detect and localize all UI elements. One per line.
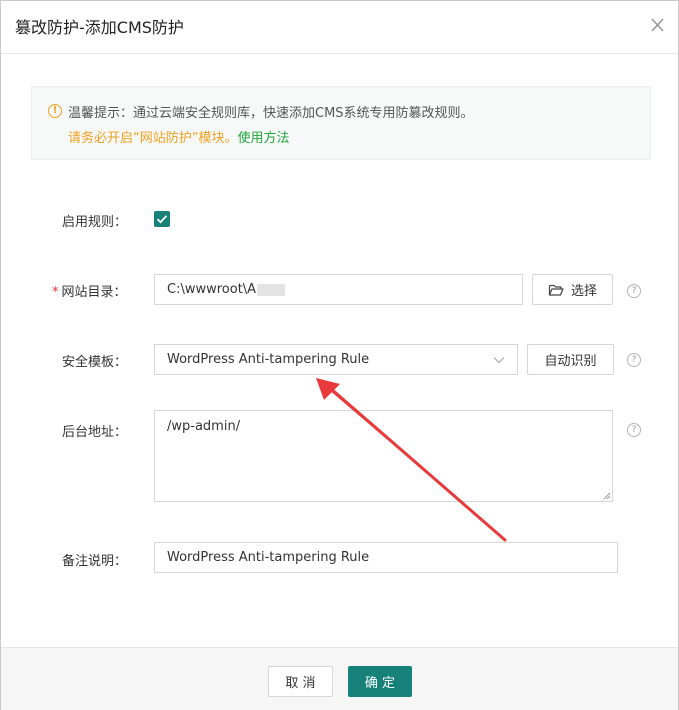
notice-warning: 请务必开启“网站防护”模块。使用方法: [68, 127, 290, 146]
cancel-button-label: 取 消: [285, 676, 316, 691]
dir-label: * 网站目录：: [52, 281, 127, 300]
admin-label: 后台地址：: [62, 425, 128, 440]
template-select[interactable]: WordPress Anti-tampering Rule: [154, 344, 518, 375]
redacted-text: [257, 283, 286, 296]
note-label: 备注说明：: [62, 554, 128, 569]
notice-box: ! 温馨提示：通过云端安全规则库，快速添加CMS系统专用防篡改规则。 请务必开启…: [31, 86, 651, 160]
resize-handle-icon[interactable]: [602, 491, 611, 500]
help-icon[interactable]: ?: [627, 353, 641, 367]
folder-icon: [548, 284, 564, 296]
auto-detect-button[interactable]: 自动识别: [527, 344, 614, 375]
dir-input[interactable]: C:\wwwroot\A: [154, 274, 523, 305]
notice-text: 温馨提示：通过云端安全规则库，快速添加CMS系统专用防篡改规则。: [68, 106, 474, 121]
notice-warning-text: 请务必开启“网站防护”模块。: [68, 131, 238, 146]
chevron-down-icon: [493, 357, 505, 364]
usage-link[interactable]: 使用方法: [237, 131, 289, 146]
help-icon[interactable]: ?: [627, 284, 641, 298]
auto-detect-label: 自动识别: [544, 354, 597, 369]
template-value: WordPress Anti-tampering Rule: [167, 352, 370, 367]
required-mark: *: [52, 285, 59, 300]
check-icon: [156, 215, 168, 224]
template-label: 安全模板：: [62, 355, 128, 370]
dialog: 篡改防护-添加CMS防护 ! 温馨提示：通过云端安全规则库，快速添加CMS系统专…: [0, 0, 679, 710]
enable-checkbox[interactable]: [154, 211, 170, 227]
admin-textarea[interactable]: /wp-admin/: [154, 410, 613, 502]
close-icon[interactable]: [648, 13, 668, 37]
dialog-title: 篡改防护-添加CMS防护: [15, 18, 184, 37]
admin-value: /wp-admin/: [167, 419, 241, 434]
dir-value: C:\wwwroot\A: [167, 282, 257, 297]
cancel-button[interactable]: 取 消: [268, 666, 333, 697]
confirm-button-label: 确 定: [364, 676, 396, 691]
enable-label: 启用规则：: [62, 215, 128, 230]
confirm-button[interactable]: 确 定: [348, 666, 412, 697]
dialog-footer: 取 消 确 定: [1, 647, 678, 710]
dialog-header: 篡改防护-添加CMS防护: [1, 1, 678, 54]
choose-button-label: 选择: [570, 284, 597, 299]
note-value: WordPress Anti-tampering Rule: [167, 550, 370, 565]
choose-button[interactable]: 选择: [532, 274, 613, 305]
warning-icon: !: [48, 104, 62, 118]
dir-label-text: 网站目录：: [61, 285, 127, 300]
note-input[interactable]: WordPress Anti-tampering Rule: [154, 542, 618, 573]
help-icon[interactable]: ?: [627, 423, 641, 437]
